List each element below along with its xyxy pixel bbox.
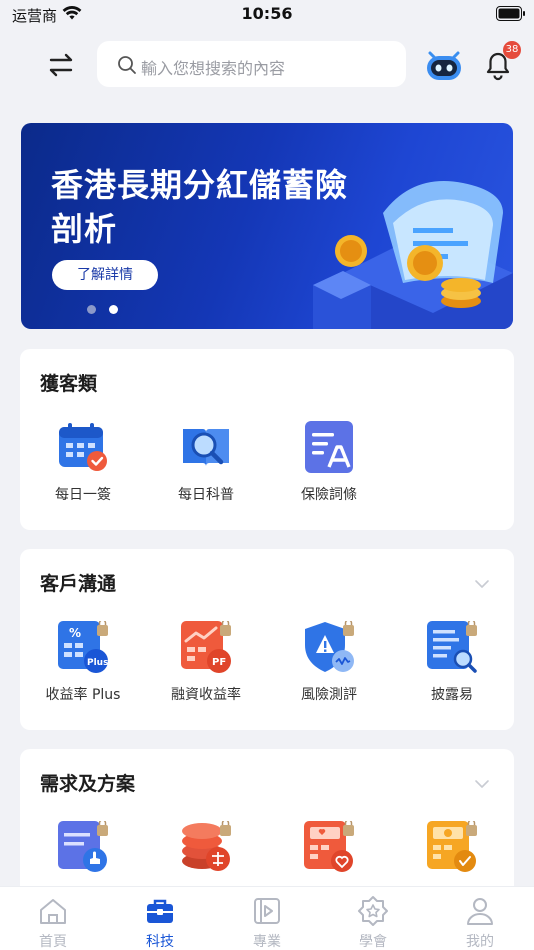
tool-risk-assessment[interactable]: 風險測評: [274, 621, 384, 711]
notification-count-badge: 38: [503, 41, 521, 59]
tab-technology[interactable]: 科技: [120, 893, 200, 950]
tool-label: 融資收益率: [171, 687, 241, 703]
coin-calculator-icon: [427, 821, 477, 872]
pagination-dot[interactable]: [87, 305, 96, 314]
battery-icon: [496, 6, 525, 21]
document-text-icon: [305, 421, 353, 473]
tab-label: 科技: [146, 934, 174, 950]
section-title: 獲客類: [40, 373, 98, 395]
tool-daily-science[interactable]: 每日科普: [151, 421, 261, 511]
section-title: 客戶溝通: [40, 573, 117, 595]
top-header: 輸入您想搜索的內容 38: [0, 36, 534, 92]
percent-calculator-icon: % Plus: [58, 621, 108, 673]
search-input[interactable]: 輸入您想搜索的內容: [97, 41, 406, 87]
tool-label: 保險詞條: [301, 487, 357, 503]
finance-chart-icon: PF: [181, 621, 231, 673]
tab-professional[interactable]: 專業: [227, 893, 307, 950]
bottom-tab-bar: 首頁 科技 專業 學會 我的: [0, 886, 534, 950]
clock: 10:56: [241, 4, 293, 23]
banner-pagination: [87, 305, 127, 315]
tab-home[interactable]: 首頁: [13, 893, 93, 950]
tool-label: 收益率 Plus: [45, 687, 121, 703]
tab-label: 學會: [359, 934, 387, 950]
tab-label: 首頁: [39, 934, 67, 950]
home-icon: [40, 899, 66, 924]
status-bar: 运营商 10:56: [0, 0, 534, 30]
chevron-down-icon[interactable]: [474, 779, 490, 789]
section-customer-communication: 客戶溝通 % Plus 收益率 Plus PF 融資收益率 風險測評 披露易: [20, 549, 514, 730]
swap-arrows-icon[interactable]: [44, 49, 78, 81]
tool-label: 每日一簽: [55, 487, 111, 503]
tool-disclosure[interactable]: 披露易: [397, 621, 507, 711]
risk-shield-icon: [305, 621, 354, 672]
calendar-check-icon: [59, 423, 107, 471]
search-placeholder: 輸入您想搜索的內容: [141, 59, 286, 78]
svg-text:Plus: Plus: [87, 658, 108, 668]
tool-label: 披露易: [431, 687, 473, 703]
promo-banner[interactable]: 香港長期分紅儲蓄險剖析 了解詳情: [21, 123, 513, 329]
tool-yield-plus[interactable]: % Plus 收益率 Plus: [28, 621, 138, 711]
svg-text:PF: PF: [212, 657, 226, 668]
search-icon: [118, 56, 136, 74]
pagination-dot-active[interactable]: [109, 305, 118, 314]
tab-learning[interactable]: 學會: [333, 893, 413, 950]
tool-financing-yield[interactable]: PF 融資收益率: [151, 621, 261, 711]
disclosure-search-icon: [427, 621, 477, 673]
svg-text:%: %: [69, 626, 81, 640]
tool-label: 每日科普: [178, 487, 234, 503]
tab-label: 我的: [466, 934, 494, 950]
tool-daily-sign[interactable]: 每日一簽: [28, 421, 138, 511]
notification-bell-button[interactable]: 38: [482, 41, 521, 81]
plan-hand-icon: [58, 821, 108, 872]
heart-calculator-icon: [304, 821, 354, 872]
tab-label: 專業: [253, 934, 281, 950]
section-customer-acquisition: 獲客類 每日一簽 每日科普 保險詞條: [20, 349, 514, 530]
tool-label: 風險測評: [301, 687, 357, 703]
ai-assistant-robot-icon[interactable]: [424, 44, 464, 84]
chevron-down-icon[interactable]: [474, 579, 490, 589]
toolbox-icon: [147, 899, 173, 923]
section-title: 需求及方案: [40, 773, 136, 795]
tool-insurance-terms[interactable]: 保險詞條: [274, 421, 384, 511]
retirement-coins-icon: [182, 821, 231, 871]
banner-coins-illustration: [313, 181, 513, 329]
video-play-icon: [254, 898, 280, 924]
book-magnifier-icon: [183, 429, 229, 466]
banner-learn-more-button[interactable]: 了解詳情: [52, 260, 158, 290]
user-icon: [467, 898, 493, 925]
badge-star-icon: [358, 896, 388, 926]
tab-profile[interactable]: 我的: [440, 893, 520, 950]
